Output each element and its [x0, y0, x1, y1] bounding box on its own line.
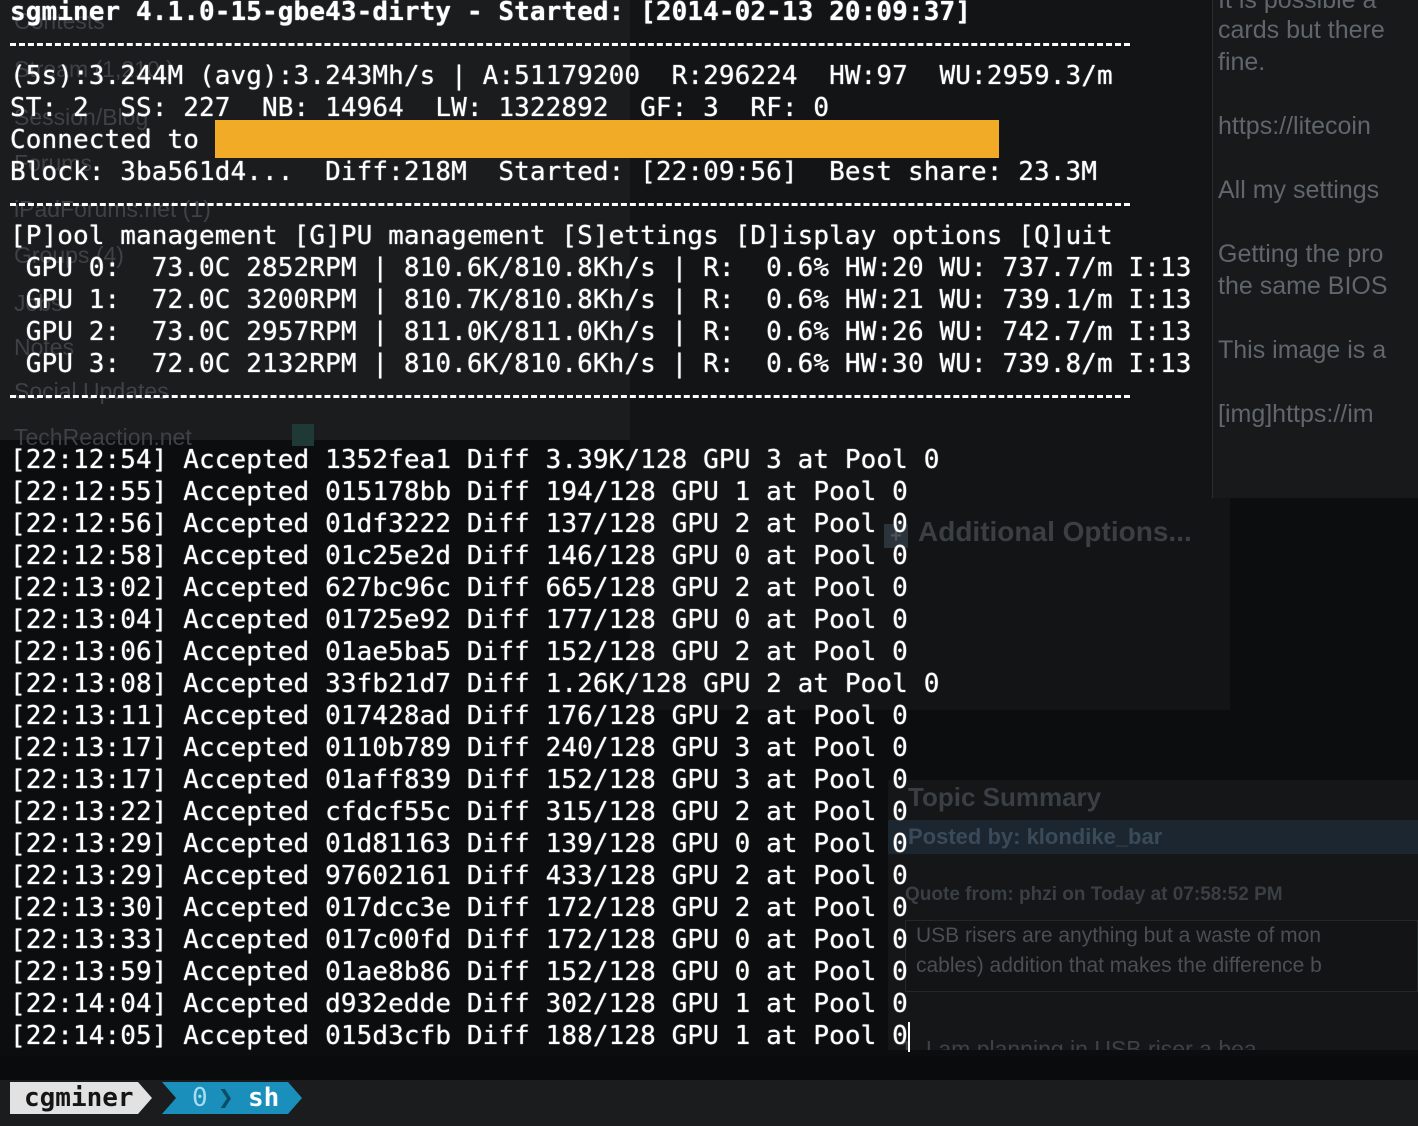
log-line: [22:13:17] Accepted 0110b789 Diff 240/12…	[10, 733, 908, 763]
window-index: 0	[192, 1083, 208, 1113]
gpu-row: GPU 1: 72.0C 3200RPM | 810.7K/810.8Kh/s …	[10, 285, 1192, 315]
log-line-last: [22:14:05] Accepted 015d3cfb Diff 188/12…	[10, 1020, 910, 1052]
log-line: [22:13:33] Accepted 017c00fd Diff 172/12…	[10, 925, 908, 955]
log-line: [22:12:58] Accepted 01c25e2d Diff 146/12…	[10, 541, 908, 571]
log-line: [22:13:11] Accepted 017428ad Diff 176/12…	[10, 701, 908, 731]
window-arrow-icon	[288, 1082, 302, 1114]
log-line: [22:13:30] Accepted 017dcc3e Diff 172/12…	[10, 893, 908, 923]
session-arrow-icon	[138, 1082, 152, 1114]
log-line: [22:13:17] Accepted 01aff839 Diff 152/12…	[10, 765, 908, 795]
log-line: [22:13:29] Accepted 97602161 Diff 433/12…	[10, 861, 908, 891]
gpu-row: GPU 2: 73.0C 2957RPM | 811.0K/811.0Kh/s …	[10, 317, 1192, 347]
log-line: [22:13:04] Accepted 01725e92 Diff 177/12…	[10, 605, 908, 635]
log-line: [22:14:04] Accepted d932edde Diff 302/12…	[10, 989, 908, 1019]
log-line: [22:13:59] Accepted 01ae8b86 Diff 152/12…	[10, 957, 908, 987]
window-tab[interactable]: 0 ❯ sh	[162, 1082, 288, 1114]
divider	[10, 395, 1130, 398]
block-info: Block: 3ba561d4... Diff:218M Started: [2…	[10, 157, 1097, 187]
session-name[interactable]: cgminer	[10, 1082, 138, 1114]
log-line: [22:13:02] Accepted 627bc96c Diff 665/12…	[10, 573, 908, 603]
log-line: [22:14:05] Accepted 015d3cfb Diff 188/12…	[10, 1021, 908, 1051]
log-line: [22:12:55] Accepted 015178bb Diff 194/12…	[10, 477, 908, 507]
connected-label: Connected to	[10, 125, 215, 155]
sgminer-title: sgminer 4.1.0-15-gbe43-dirty - Started: …	[10, 0, 971, 27]
hashrate-stats: (5s):3.244M (avg):3.243Mh/s | A:51179200…	[10, 61, 1113, 91]
terminal-pane[interactable]: sgminer 4.1.0-15-gbe43-dirty - Started: …	[0, 0, 1418, 1056]
log-line: [22:12:56] Accepted 01df3222 Diff 137/12…	[10, 509, 908, 539]
log-line: [22:13:06] Accepted 01ae5ba5 Diff 152/12…	[10, 637, 908, 667]
gpu-row: GPU 0: 73.0C 2852RPM | 810.6K/810.8Kh/s …	[10, 253, 1192, 283]
connection-line: Connected to	[10, 120, 999, 158]
chevron-right-icon: ❯	[218, 1083, 234, 1113]
divider	[10, 43, 1130, 46]
redacted-pool-address	[214, 120, 999, 158]
divider	[10, 203, 1130, 206]
log-line: [22:13:22] Accepted cfdcf55c Diff 315/12…	[10, 797, 908, 827]
menu-line[interactable]: [P]ool management [G]PU management [S]et…	[10, 220, 1113, 252]
window-lead-arrow-icon	[162, 1082, 176, 1114]
text-cursor	[907, 1021, 910, 1052]
log-line: [22:13:29] Accepted 01d81163 Diff 139/12…	[10, 829, 908, 859]
gpu-row: GPU 3: 72.0C 2132RPM | 810.6K/810.6Kh/s …	[10, 349, 1192, 379]
log-line: [22:13:08] Accepted 33fb21d7 Diff 1.26K/…	[10, 669, 940, 699]
window-name: sh	[248, 1083, 280, 1113]
log-line: [22:12:54] Accepted 1352fea1 Diff 3.39K/…	[10, 445, 940, 475]
